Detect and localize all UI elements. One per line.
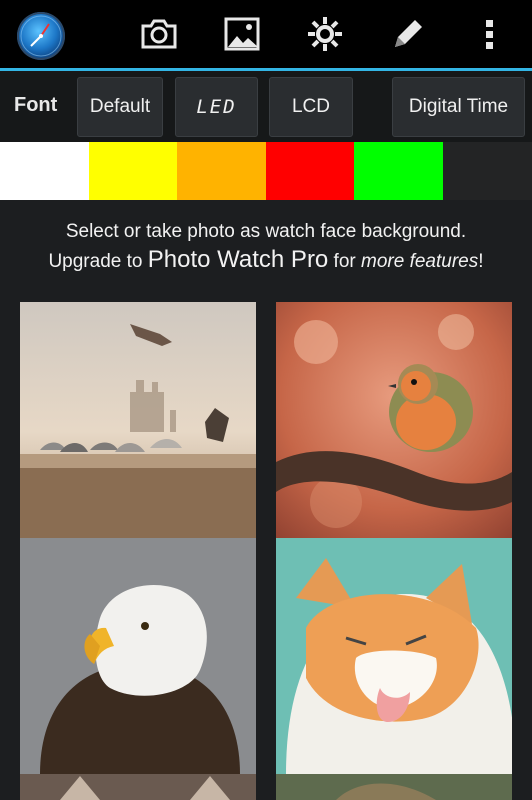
overflow-menu-icon[interactable] [466,10,514,58]
exclaim-text: ! [478,251,484,272]
color-swatch-white[interactable] [0,142,89,200]
settings-sun-icon[interactable] [301,10,349,58]
image-icon[interactable] [218,10,266,58]
color-swatch-orange[interactable] [177,142,266,200]
pencil-icon[interactable] [384,10,432,58]
partial-photo-right[interactable] [276,774,512,800]
bald-eagle-photo[interactable] [20,538,256,774]
font-digital-time-button[interactable]: Digital Time [392,77,525,137]
color-swatch-dark[interactable] [443,142,532,200]
birds-on-wall-photo[interactable] [20,302,256,538]
camera-icon[interactable] [135,10,183,58]
font-lcd-button[interactable]: LCD [269,77,353,137]
font-default-button[interactable]: Default [77,77,163,137]
partial-photo-left[interactable] [20,774,256,800]
features-text: more features [361,251,479,272]
action-bar [0,0,532,68]
instruction-line: Select or take photo as watch face backg… [65,221,467,242]
for-text: for [328,251,362,272]
font-led-button[interactable]: LED [175,77,258,137]
instruction-text: Select or take photo as watch face backg… [0,218,532,276]
cat-licking-photo[interactable] [276,538,512,774]
pro-link[interactable]: Photo Watch Pro [148,246,329,273]
robin-on-branch-photo[interactable] [276,302,512,538]
app-logo-icon[interactable] [17,12,65,60]
upgrade-prefix: Upgrade to [48,251,148,272]
color-swatch-yellow[interactable] [89,142,177,200]
color-swatch-red[interactable] [266,142,354,200]
upgrade-line: Upgrade to Photo Watch Pro for more feat… [0,246,532,276]
color-swatch-green[interactable] [354,142,443,200]
font-label: Font [14,94,58,116]
